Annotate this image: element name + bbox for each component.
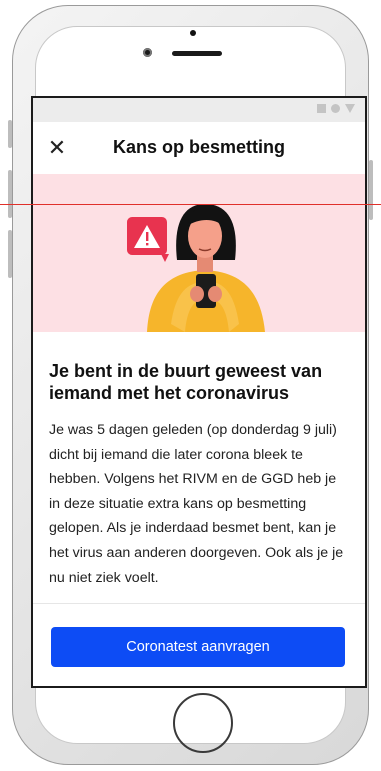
front-camera [143,48,152,57]
power-button [369,160,373,220]
volume-down-button [8,230,12,278]
footer-divider [33,603,365,604]
hero-illustration [33,174,365,332]
volume-up-button [8,170,12,218]
home-button[interactable] [173,693,233,753]
triangle-icon [345,104,355,113]
mute-switch [8,120,12,148]
status-icons [317,104,355,113]
circle-icon [331,104,340,113]
message-content: Je bent in de buurt geweest van iemand m… [33,332,365,590]
square-icon [317,104,326,113]
page-title: Kans op besmetting [112,137,286,157]
app-header: ✕ Kans op besmetting [33,122,365,174]
exposure-description: Je was 5 dagen geleden (op donderdag 9 j… [49,422,344,586]
status-bar [33,98,365,122]
app-screen: ✕ Kans op besmetting Je bent in de buurt… [31,96,367,688]
earpiece-speaker [172,51,222,56]
alert-bubble-icon [127,217,169,262]
red-guide-line [0,204,381,205]
proximity-sensor [190,30,196,36]
request-test-button[interactable]: Coronatest aanvragen [51,627,345,667]
person-with-phone-illustration [127,204,265,332]
exposure-heading: Je bent in de buurt geweest van iemand m… [49,361,323,403]
